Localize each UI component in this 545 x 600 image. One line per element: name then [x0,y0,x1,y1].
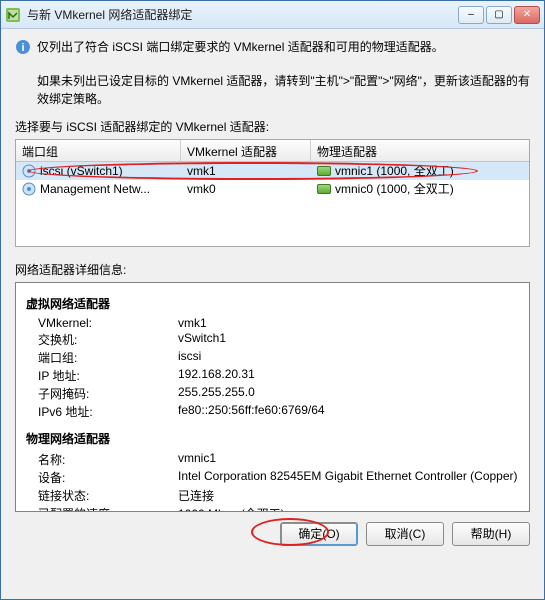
maximize-button[interactable]: ▢ [486,6,512,24]
v-device: Intel Corporation 82545EM Gigabit Ethern… [178,469,519,486]
ok-button[interactable]: 确定(O) [280,522,358,546]
info-row: i 仅列出了符合 iSCSI 端口绑定要求的 VMkernel 适配器和可用的物… [15,39,530,56]
cell-vmk: vmk1 [187,164,216,178]
v-vmkernel: vmk1 [178,316,519,330]
cell-vmk: vmk0 [187,182,216,196]
k-mask: 子网掩码: [38,385,178,402]
k-vmkernel: VMkernel: [38,316,178,330]
v-ip: 192.168.20.31 [178,367,519,384]
v-link: 已连接 [178,487,519,504]
button-row: 确定(O) 取消(C) 帮助(H) [15,512,530,550]
close-button[interactable]: ✕ [514,6,540,24]
col-vmk-adapter[interactable]: VMkernel 适配器 [181,140,311,161]
k-link: 链接状态: [38,487,178,504]
vsphere-icon [5,7,21,23]
cell-portgroup: iscsi (vSwitch1) [40,164,123,178]
v-ipv6: fe80::250:56ff:fe60:6769/64 [178,403,519,420]
dialog-window: 与新 VMkernel 网络适配器绑定 – ▢ ✕ i 仅列出了符合 iSCSI… [0,0,545,600]
nic-icon [317,184,331,194]
v-mask: 255.255.255.0 [178,385,519,402]
k-ipv6: IPv6 地址: [38,403,178,420]
nic-icon [317,166,331,176]
dialog-content: i 仅列出了符合 iSCSI 端口绑定要求的 VMkernel 适配器和可用的物… [1,29,544,599]
col-phys-adapter[interactable]: 物理适配器 [311,140,529,161]
k-speed: 已配置的速度: [38,505,178,512]
k-device: 设备: [38,469,178,486]
details-panel: 虚拟网络适配器 VMkernel:vmk1 交换机:vSwitch1 端口组:i… [15,282,530,512]
table-header: 端口组 VMkernel 适配器 物理适配器 [16,140,529,162]
cell-phys: vmnic0 (1000, 全双工) [335,180,454,197]
virtual-adapter-head: 虚拟网络适配器 [26,295,519,312]
k-ip: IP 地址: [38,367,178,384]
portgroup-icon [22,182,36,196]
v-portgroup: iscsi [178,349,519,366]
minimize-button[interactable]: – [458,6,484,24]
table-caption: 选择要与 iSCSI 适配器绑定的 VMkernel 适配器: [15,118,530,135]
k-portgroup: 端口组: [38,349,178,366]
v-name: vmnic1 [178,451,519,468]
help-button[interactable]: 帮助(H) [452,522,530,546]
portgroup-icon [22,164,36,178]
k-switch: 交换机: [38,331,178,348]
cell-phys: vmnic1 (1000, 全双工) [335,162,454,179]
details-caption: 网络适配器详细信息: [15,261,530,278]
info-text: 仅列出了符合 iSCSI 端口绑定要求的 VMkernel 适配器和可用的物理适… [37,39,444,56]
table-row[interactable]: Management Netw... vmk0 vmnic0 (1000, 全双… [16,180,529,198]
k-name: 名称: [38,451,178,468]
physical-adapter-head: 物理网络适配器 [26,430,519,447]
table-row[interactable]: iscsi (vSwitch1) vmk1 vmnic1 (1000, 全双工) [16,162,529,180]
titlebar[interactable]: 与新 VMkernel 网络适配器绑定 – ▢ ✕ [1,1,544,29]
window-title: 与新 VMkernel 网络适配器绑定 [27,6,456,23]
v-switch: vSwitch1 [178,331,519,348]
v-speed: 1000 Mbps (全双工) [178,505,519,512]
info-subtext: 如果未列出已设定目标的 VMkernel 适配器，请转到"主机">"配置">"网… [37,72,530,108]
adapter-table: 端口组 VMkernel 适配器 物理适配器 iscsi (vSwitch1) … [15,139,530,247]
col-port-group[interactable]: 端口组 [16,140,181,161]
svg-text:i: i [21,42,24,54]
cancel-button[interactable]: 取消(C) [366,522,444,546]
cell-portgroup: Management Netw... [40,182,150,196]
info-icon: i [15,39,31,55]
